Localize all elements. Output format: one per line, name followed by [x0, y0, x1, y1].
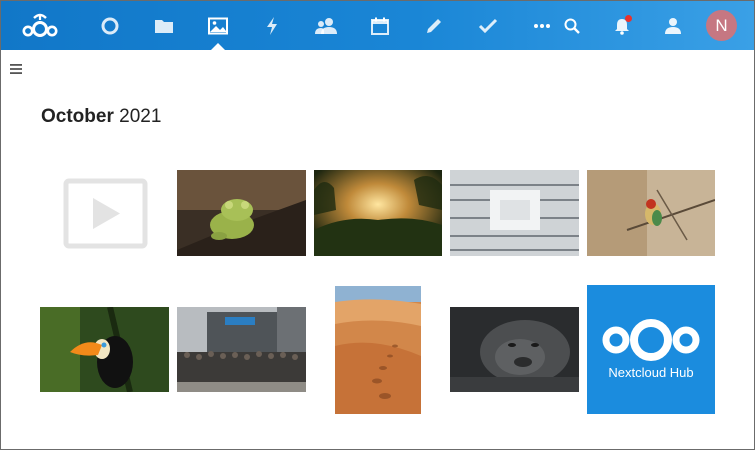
gallery-item-gorilla[interactable] [450, 307, 579, 392]
ellipsis-icon [534, 23, 550, 28]
hamburger-icon [10, 64, 22, 74]
gallery-item-toucan[interactable] [40, 307, 169, 392]
sunset-field-photo [314, 170, 442, 256]
app-contacts-button[interactable] [304, 1, 348, 50]
nextcloud-logo-icon[interactable] [17, 1, 63, 50]
pencil-icon [427, 18, 441, 33]
contacts-icon [315, 17, 337, 34]
gallery-item-library[interactable] [450, 170, 579, 256]
checkmark-icon [478, 18, 498, 33]
lightning-icon [267, 16, 277, 35]
contacts-menu-button[interactable] [651, 1, 695, 50]
video-play-icon [63, 178, 148, 249]
app-tasks-button[interactable] [466, 1, 510, 50]
gallery-item-video[interactable] [40, 170, 169, 256]
gallery-item-frog[interactable] [177, 170, 306, 256]
app-calendar-button[interactable] [358, 1, 402, 50]
user-avatar[interactable]: N [706, 10, 737, 41]
group-photo [177, 307, 306, 392]
calendar-icon [371, 17, 389, 35]
circle-icon [101, 17, 119, 34]
app-dashboard-button[interactable] [88, 1, 132, 50]
gallery-item-sunset-field[interactable] [314, 170, 442, 256]
gallery-item-bird[interactable] [587, 170, 715, 256]
active-app-indicator [211, 43, 225, 50]
notification-dot [625, 15, 632, 22]
gallery-item-nextcloud-hub[interactable]: Nextcloud Hub [587, 285, 715, 414]
folder-icon [155, 19, 173, 33]
gorilla-photo [450, 307, 579, 392]
month-label: October [41, 106, 114, 127]
avatar-initial: N [715, 15, 728, 35]
toucan-photo [40, 307, 169, 392]
nextcloud-logo-icon [602, 319, 700, 361]
nextcloud-hub-caption: Nextcloud Hub [608, 365, 694, 380]
year-label: 2021 [119, 106, 162, 127]
month-heading: October 2021 [41, 106, 161, 128]
search-icon [564, 18, 580, 34]
bird-photo [587, 170, 715, 256]
search-button[interactable] [550, 1, 594, 50]
app-notes-button[interactable] [412, 1, 456, 50]
desert-photo [335, 286, 421, 414]
app-photos-button[interactable] [196, 1, 240, 50]
app-activity-button[interactable] [250, 1, 294, 50]
notifications-button[interactable] [600, 1, 644, 50]
image-icon [208, 17, 228, 34]
top-header: N [1, 1, 754, 50]
frog-photo [177, 170, 306, 256]
gallery-item-desert[interactable] [335, 286, 421, 414]
contacts-menu-icon [665, 17, 681, 34]
library-photo [450, 170, 579, 256]
gallery-item-group-photo[interactable] [177, 307, 306, 392]
navigation-toggle[interactable] [9, 62, 27, 80]
app-files-button[interactable] [142, 1, 186, 50]
